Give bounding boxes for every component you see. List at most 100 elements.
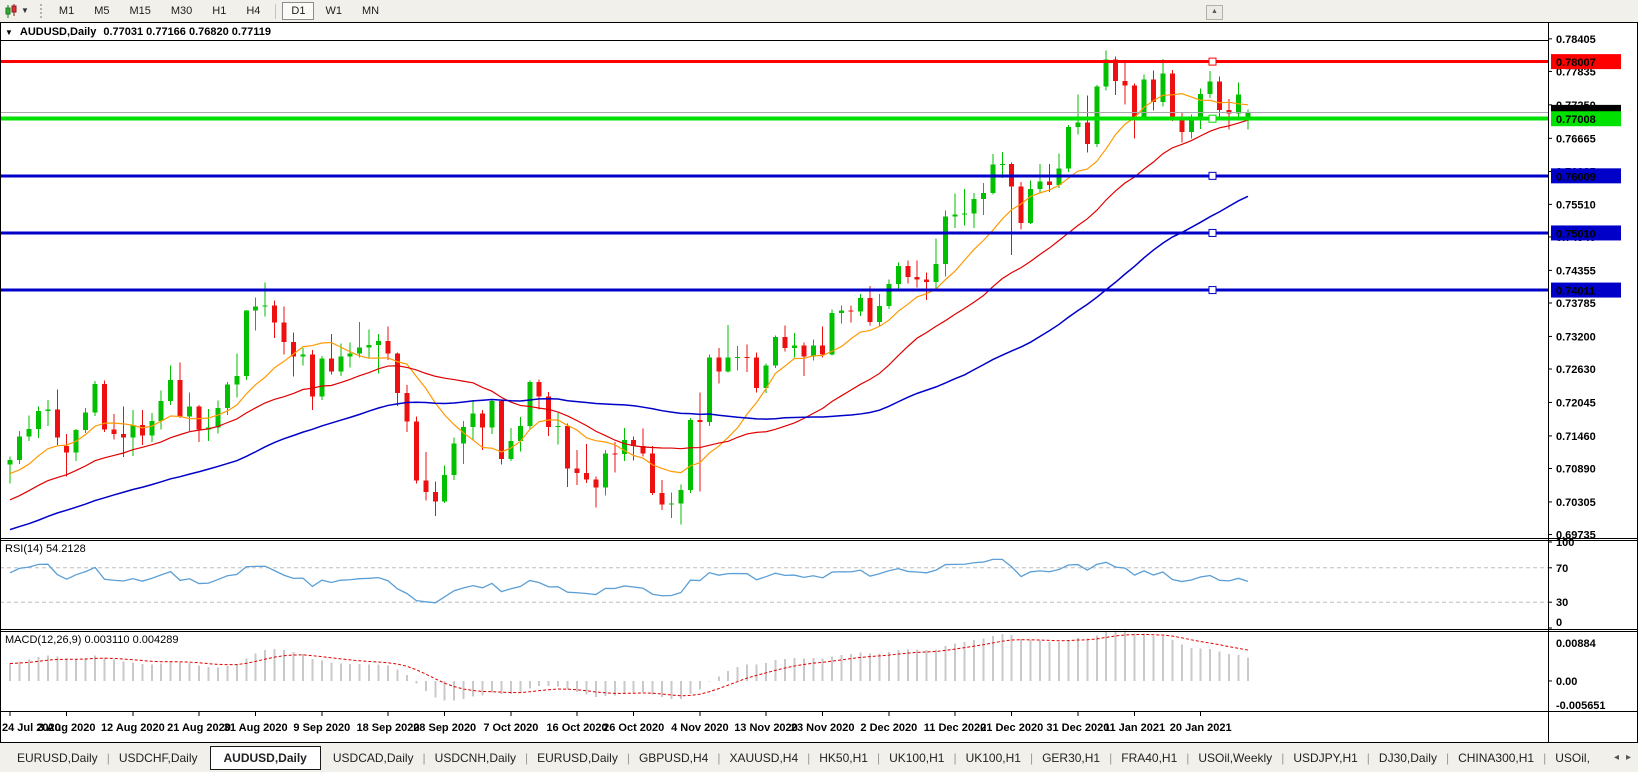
level-price-label-text: 0.74011 <box>1556 286 1595 298</box>
bull-candle <box>225 384 230 407</box>
chart-tab-china300-h1[interactable]: CHINA300,H1 <box>1449 748 1543 768</box>
price-axis-tick: 0.72630 <box>1556 364 1596 376</box>
timeframe-button-h1[interactable]: H1 <box>203 2 235 20</box>
bear-candle <box>433 492 438 502</box>
date-axis-label: 23 Nov 2020 <box>791 722 855 734</box>
line-drag-handle[interactable] <box>1209 115 1216 122</box>
date-axis-label: 7 Oct 2020 <box>483 722 538 734</box>
bear-candle <box>64 446 69 452</box>
bear-candle <box>140 425 145 435</box>
bull-candle <box>442 475 447 502</box>
bear-candle <box>480 414 485 428</box>
bull-candle <box>168 380 173 401</box>
bull-candle <box>244 311 249 376</box>
chart-canvas: 0.784050.778350.772500.766650.760850.755… <box>0 0 1638 772</box>
chart-tab-usoil-weekly[interactable]: USOil,Weekly <box>1189 748 1281 768</box>
bear-candle <box>565 426 570 468</box>
chart-tab-usoil[interactable]: USOil, <box>1546 748 1599 768</box>
tab-scroll-right-button[interactable]: ▸ <box>1624 750 1633 765</box>
bear-candle <box>499 401 504 459</box>
bull-candle <box>971 199 976 213</box>
chart-tab-usdjpy-h1[interactable]: USDJPY,H1 <box>1284 748 1366 768</box>
price-axis-tick: 0.73200 <box>1556 331 1596 343</box>
bear-candle <box>801 346 806 357</box>
bull-candle <box>159 401 164 421</box>
chart-tab-audusd-daily[interactable]: AUDUSD,Daily <box>210 746 321 770</box>
bull-candle <box>8 460 13 465</box>
bull-candle <box>943 216 948 263</box>
bull-candle <box>830 313 835 355</box>
tab-scroll-arrows: ◂ ▸ <box>1610 750 1638 765</box>
price-axis-tick: 0.74355 <box>1556 265 1596 277</box>
chart-tab-bar: EURUSD,Daily|USDCHF,DailyAUDUSD,DailyUSD… <box>0 743 1638 772</box>
bull-candle <box>707 358 712 423</box>
scroll-up-button[interactable]: ▲ <box>1206 5 1223 20</box>
chart-tab-eurusd-daily[interactable]: EURUSD,Daily <box>528 748 627 768</box>
chart-tab-uk100-h1[interactable]: UK100,H1 <box>957 748 1030 768</box>
bull-candle <box>376 341 381 345</box>
bear-candle <box>1227 110 1232 113</box>
date-axis-label: 21 Aug 2020 <box>167 722 231 734</box>
bear-candle <box>650 454 655 493</box>
date-axis-label: 3 Aug 2020 <box>38 722 96 734</box>
line-drag-handle[interactable] <box>1209 58 1216 65</box>
bull-candle <box>263 306 268 307</box>
chart-tab-dj30-daily[interactable]: DJ30,Daily <box>1370 748 1446 768</box>
chart-tab-uk100-h1[interactable]: UK100,H1 <box>880 748 953 768</box>
date-axis-label: 31 Dec 2020 <box>1046 722 1109 734</box>
timeframe-button-m1[interactable]: M1 <box>50 2 83 20</box>
bull-candle <box>1208 81 1213 94</box>
date-axis-label: 18 Sep 2020 <box>357 722 420 734</box>
bull-candle <box>348 354 353 357</box>
date-axis-label: 16 Oct 2020 <box>546 722 607 734</box>
bull-candle <box>471 414 476 427</box>
timeframe-button-m15[interactable]: M15 <box>120 2 159 20</box>
chart-tab-gbpusd-h4[interactable]: GBPUSD,H4 <box>630 748 717 768</box>
timeframe-button-m30[interactable]: M30 <box>162 2 201 20</box>
chart-tab-usdchf-daily[interactable]: USDCHF,Daily <box>110 748 207 768</box>
collapse-triangle-icon[interactable]: ▼ <box>5 28 13 37</box>
bull-candle <box>367 345 372 347</box>
chart-type-button[interactable]: ▼ <box>0 1 33 21</box>
rsi-axis-tick: 70 <box>1556 563 1568 575</box>
bull-candle <box>26 429 31 436</box>
bear-candle <box>660 493 665 504</box>
chart-ohlc-values: 0.77031 0.77166 0.76820 0.77119 <box>103 26 271 38</box>
bear-candle <box>575 468 580 473</box>
chart-tab-usdcnh-daily[interactable]: USDCNH,Daily <box>426 748 525 768</box>
bull-candle <box>990 164 995 193</box>
bull-candle <box>1038 181 1043 188</box>
tab-scroll-left-button[interactable]: ◂ <box>1612 750 1621 765</box>
bull-candle <box>452 443 457 474</box>
chart-tab-ger30-h1[interactable]: GER30,H1 <box>1033 748 1109 768</box>
timeframe-button-w1[interactable]: W1 <box>316 2 351 20</box>
timeframe-button-d1[interactable]: D1 <box>282 2 314 20</box>
bull-candle <box>792 346 797 348</box>
bull-candle <box>953 215 958 217</box>
bull-candle <box>338 356 343 371</box>
bear-candle <box>915 277 920 279</box>
chart-tab-usdcad-daily[interactable]: USDCAD,Daily <box>324 748 423 768</box>
line-drag-handle[interactable] <box>1209 287 1216 294</box>
timeframe-button-mn[interactable]: MN <box>353 2 388 20</box>
bull-candle <box>858 298 863 311</box>
line-drag-handle[interactable] <box>1209 229 1216 236</box>
bull-candle <box>187 407 192 417</box>
chart-tab-hk50-h1[interactable]: HK50,H1 <box>810 748 877 768</box>
chart-tab-xauusd-h4[interactable]: XAUUSD,H4 <box>720 748 807 768</box>
bear-candle <box>111 430 116 435</box>
bull-candle <box>319 359 324 397</box>
level-price-label-text: 0.76009 <box>1556 171 1596 183</box>
bear-candle <box>745 357 750 358</box>
timeframe-button-m5[interactable]: M5 <box>85 2 118 20</box>
chart-tab-fra40-h1[interactable]: FRA40,H1 <box>1112 748 1186 768</box>
bull-candle <box>688 420 693 490</box>
timeframe-button-h4[interactable]: H4 <box>237 2 269 20</box>
top-toolbar: ▼ M1M5M15M30H1H4 D1W1MN ▲ <box>0 0 1638 22</box>
line-drag-handle[interactable] <box>1209 172 1216 179</box>
bear-candle <box>423 480 428 491</box>
chart-tab-eurusd-daily[interactable]: EURUSD,Daily <box>8 748 107 768</box>
timeframe-toolbar: M1M5M15M30H1H4 D1W1MN <box>49 2 389 20</box>
bull-candle <box>461 427 466 444</box>
bull-candle <box>234 376 239 385</box>
